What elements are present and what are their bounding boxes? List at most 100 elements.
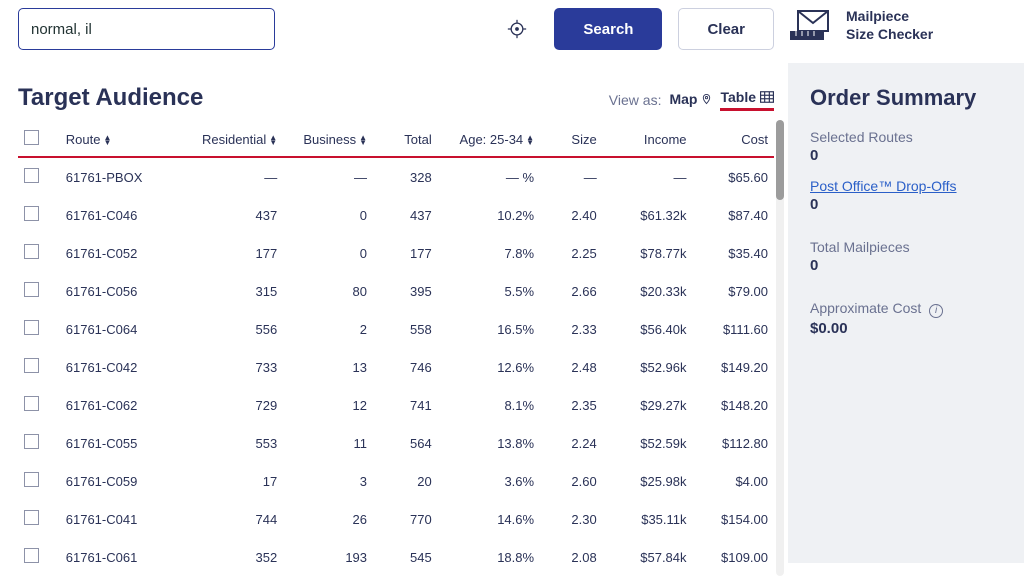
sort-icon: ▲▼ xyxy=(526,135,534,145)
mailpiece-size-checker[interactable]: Mailpiece Size Checker xyxy=(788,8,1024,43)
sort-icon: ▲▼ xyxy=(269,135,277,145)
table-row: 61761-C06135219354518.8%2.08$57.84k$109.… xyxy=(18,538,774,576)
table-row: 61761-C05217701777.8%2.25$78.77k$35.40 xyxy=(18,234,774,272)
info-icon[interactable]: i xyxy=(929,304,943,318)
cell-age: 14.6% xyxy=(438,500,540,538)
cell-business: 13 xyxy=(283,348,373,386)
cell-age: 5.5% xyxy=(438,272,540,310)
cell-total: 395 xyxy=(373,272,438,310)
cell-total: 741 xyxy=(373,386,438,424)
cell-business: 11 xyxy=(283,424,373,462)
search-input[interactable] xyxy=(18,8,275,50)
cell-size: 2.30 xyxy=(540,500,603,538)
cell-cost: $87.40 xyxy=(693,196,774,234)
table-icon xyxy=(760,91,774,103)
scrollbar-track[interactable] xyxy=(776,120,784,576)
cell-age: 3.6% xyxy=(438,462,540,500)
cell-residential: — xyxy=(193,157,283,196)
col-total: Total xyxy=(373,120,438,157)
cell-cost: $35.40 xyxy=(693,234,774,272)
cell-age: 10.2% xyxy=(438,196,540,234)
dropoffs-link[interactable]: Post Office™ Drop-Offs xyxy=(810,178,957,194)
row-checkbox[interactable] xyxy=(24,396,39,411)
table-row: 61761-C056315803955.5%2.66$20.33k$79.00 xyxy=(18,272,774,310)
cell-age: 16.5% xyxy=(438,310,540,348)
cell-route: 61761-C042 xyxy=(60,348,194,386)
table-row: 61761-C059173203.6%2.60$25.98k$4.00 xyxy=(18,462,774,500)
cell-residential: 177 xyxy=(193,234,283,272)
order-summary-title: Order Summary xyxy=(810,85,1002,111)
cell-business: — xyxy=(283,157,373,196)
pin-icon xyxy=(701,92,712,106)
table-row: 61761-C0417442677014.6%2.30$35.11k$154.0… xyxy=(18,500,774,538)
col-income: Income xyxy=(603,120,693,157)
row-checkbox[interactable] xyxy=(24,510,39,525)
table-row: 61761-C0427331374612.6%2.48$52.96k$149.2… xyxy=(18,348,774,386)
col-age[interactable]: Age: 25-34▲▼ xyxy=(438,120,540,157)
cell-residential: 729 xyxy=(193,386,283,424)
cell-cost: $4.00 xyxy=(693,462,774,500)
col-route[interactable]: Route▲▼ xyxy=(60,120,194,157)
row-checkbox[interactable] xyxy=(24,282,39,297)
cell-route: 61761-C059 xyxy=(60,462,194,500)
cell-business: 12 xyxy=(283,386,373,424)
cell-size: 2.08 xyxy=(540,538,603,576)
row-checkbox[interactable] xyxy=(24,472,39,487)
row-checkbox[interactable] xyxy=(24,548,39,563)
target-icon[interactable] xyxy=(506,18,528,40)
table-row: 61761-C064556255816.5%2.33$56.40k$111.60 xyxy=(18,310,774,348)
cell-residential: 744 xyxy=(193,500,283,538)
clear-button[interactable]: Clear xyxy=(678,8,774,50)
cell-income: $57.84k xyxy=(603,538,693,576)
row-checkbox[interactable] xyxy=(24,244,39,259)
cell-total: 328 xyxy=(373,157,438,196)
sort-icon: ▲▼ xyxy=(359,135,367,145)
col-business[interactable]: Business▲▼ xyxy=(283,120,373,157)
cell-total: 545 xyxy=(373,538,438,576)
cell-residential: 315 xyxy=(193,272,283,310)
cell-total: 564 xyxy=(373,424,438,462)
row-checkbox[interactable] xyxy=(24,434,39,449)
cell-residential: 553 xyxy=(193,424,283,462)
cell-residential: 17 xyxy=(193,462,283,500)
cell-size: 2.33 xyxy=(540,310,603,348)
table-row: 61761-PBOX——328— %——$65.60 xyxy=(18,157,774,196)
cell-size: 2.35 xyxy=(540,386,603,424)
view-as-map[interactable]: Map xyxy=(669,91,712,110)
cell-income: $29.27k xyxy=(603,386,693,424)
cell-size: 2.66 xyxy=(540,272,603,310)
cell-route: 61761-C041 xyxy=(60,500,194,538)
cell-route: 61761-C056 xyxy=(60,272,194,310)
table-row: 61761-C062729127418.1%2.35$29.27k$148.20 xyxy=(18,386,774,424)
row-checkbox[interactable] xyxy=(24,206,39,221)
total-mailpieces-label: Total Mailpieces xyxy=(810,239,1002,255)
cell-business: 3 xyxy=(283,462,373,500)
row-checkbox[interactable] xyxy=(24,320,39,335)
cell-residential: 437 xyxy=(193,196,283,234)
view-as-table[interactable]: Table xyxy=(720,89,774,111)
row-checkbox[interactable] xyxy=(24,168,39,183)
cell-age: 7.8% xyxy=(438,234,540,272)
cell-total: 177 xyxy=(373,234,438,272)
select-all-checkbox[interactable] xyxy=(24,130,39,145)
cell-size: 2.48 xyxy=(540,348,603,386)
cell-route: 61761-C055 xyxy=(60,424,194,462)
search-button[interactable]: Search xyxy=(554,8,662,50)
view-as-map-label: Map xyxy=(669,91,697,107)
cell-business: 0 xyxy=(283,234,373,272)
dropoffs-value: 0 xyxy=(810,196,1002,213)
cell-total: 746 xyxy=(373,348,438,386)
col-residential[interactable]: Residential▲▼ xyxy=(193,120,283,157)
scrollbar-thumb[interactable] xyxy=(776,120,784,200)
cell-route: 61761-PBOX xyxy=(60,157,194,196)
cell-income: $25.98k xyxy=(603,462,693,500)
cell-cost: $148.20 xyxy=(693,386,774,424)
mailpiece-size-checker-label: Mailpiece Size Checker xyxy=(846,8,933,43)
cell-route: 61761-C064 xyxy=(60,310,194,348)
cell-size: — xyxy=(540,157,603,196)
selected-routes-value: 0 xyxy=(810,147,1002,164)
row-checkbox[interactable] xyxy=(24,358,39,373)
cell-total: 558 xyxy=(373,310,438,348)
cell-cost: $112.80 xyxy=(693,424,774,462)
cell-income: — xyxy=(603,157,693,196)
